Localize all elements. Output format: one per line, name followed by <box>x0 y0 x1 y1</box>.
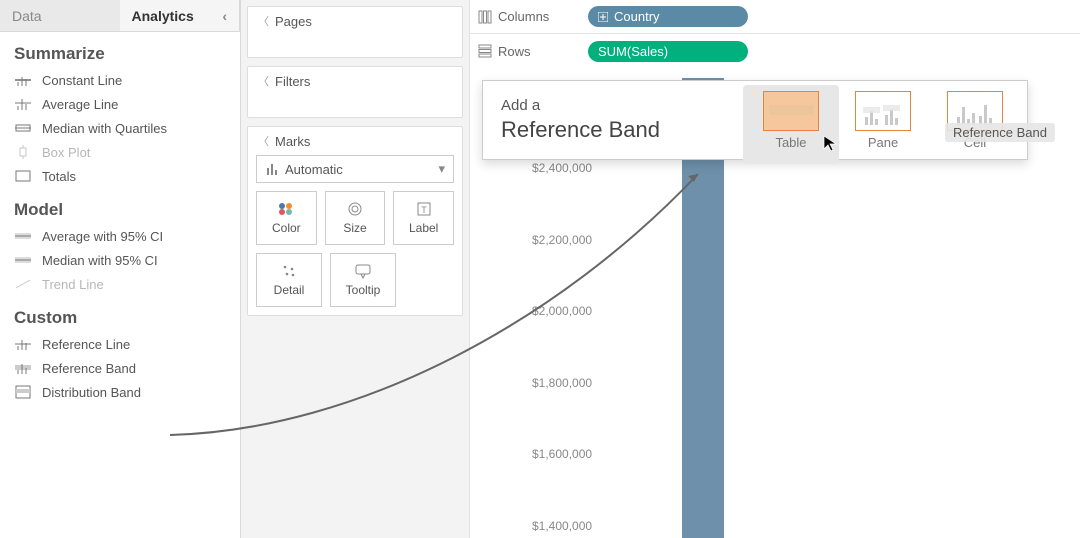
item-label: Median with Quartiles <box>42 121 167 136</box>
band-table-icon <box>769 97 813 125</box>
size-button[interactable]: Size <box>325 191 386 245</box>
pages-card[interactable]: 〈 Pages <box>247 6 463 58</box>
reference-band-icon <box>14 360 32 376</box>
btn-label: Tooltip <box>346 283 381 297</box>
detail-icon <box>280 263 298 279</box>
label-button[interactable]: T Label <box>393 191 454 245</box>
drop-option-pane[interactable]: Pane <box>855 91 911 150</box>
avg-ci-icon <box>14 228 32 244</box>
columns-icon <box>478 10 492 24</box>
btn-label: Label <box>409 221 438 235</box>
mark-type-label: Automatic <box>285 162 343 177</box>
item-reference-line[interactable]: Reference Line <box>0 332 240 356</box>
marks-card: 〈Marks Automatic ▾ Color S <box>247 126 463 316</box>
filters-card[interactable]: 〈 Filters <box>247 66 463 118</box>
shelf-columns-label: Columns <box>498 9 549 24</box>
item-label: Box Plot <box>42 145 90 160</box>
item-label: Reference Band <box>42 361 136 376</box>
y-tick: $1,600,000 <box>532 447 592 461</box>
item-distribution-band[interactable]: Distribution Band <box>0 380 240 404</box>
cursor-icon <box>823 135 841 153</box>
dropdown-arrow-icon: ▾ <box>438 161 445 177</box>
constant-line-icon <box>14 72 32 88</box>
item-median-ci[interactable]: Median with 95% CI <box>0 248 240 272</box>
chevron-icon: 〈 <box>258 133 269 149</box>
plus-icon <box>598 12 608 22</box>
tab-data[interactable]: Data <box>0 0 120 31</box>
band-cell-icon <box>953 97 997 125</box>
trend-line-icon <box>14 276 32 292</box>
item-label: Constant Line <box>42 73 122 88</box>
svg-text:T: T <box>421 205 427 215</box>
item-label: Average with 95% CI <box>42 229 163 244</box>
item-label: Totals <box>42 169 76 184</box>
tab-analytics-label: Analytics <box>132 8 194 24</box>
btn-label: Size <box>343 221 366 235</box>
item-label: Distribution Band <box>42 385 141 400</box>
item-constant-line[interactable]: Constant Line <box>0 68 240 92</box>
item-average-line[interactable]: Average Line <box>0 92 240 116</box>
y-tick: $2,000,000 <box>532 304 592 318</box>
item-box-plot: Box Plot <box>0 140 240 164</box>
label-icon: T <box>415 201 433 217</box>
median-ci-icon <box>14 252 32 268</box>
item-reference-band[interactable]: Reference Band <box>0 356 240 380</box>
bar-icon <box>265 162 279 176</box>
median-quartiles-icon <box>14 120 32 136</box>
size-icon <box>346 201 364 217</box>
mark-type-select[interactable]: Automatic ▾ <box>256 155 454 183</box>
collapse-icon[interactable]: ‹ <box>222 8 227 24</box>
viz-canvas[interactable]: Add a Reference Band Reference Band Tabl… <box>470 68 1080 538</box>
section-custom: Custom <box>0 296 240 332</box>
average-line-icon <box>14 96 32 112</box>
rows-icon <box>478 44 492 58</box>
btn-label: Color <box>272 221 301 235</box>
reference-line-icon <box>14 336 32 352</box>
item-label: Average Line <box>42 97 118 112</box>
reference-drop-panel: Add a Reference Band Reference Band Tabl… <box>482 80 1028 160</box>
box-plot-icon <box>14 144 32 160</box>
section-summarize: Summarize <box>0 32 240 68</box>
item-avg-ci[interactable]: Average with 95% CI <box>0 224 240 248</box>
item-label: Reference Line <box>42 337 130 352</box>
item-label: Median with 95% CI <box>42 253 158 268</box>
y-axis: $2,400,000$2,200,000$2,000,000$1,800,000… <box>532 168 1080 538</box>
distribution-band-icon <box>14 384 32 400</box>
y-tick: $1,800,000 <box>532 376 592 390</box>
pill-label: SUM(Sales) <box>598 44 668 59</box>
columns-pill-country[interactable]: Country <box>588 6 748 27</box>
item-trend-line: Trend Line <box>0 272 240 296</box>
drop-opt-label: Pane <box>868 135 898 150</box>
card-title: Filters <box>275 74 310 89</box>
totals-icon <box>14 168 32 184</box>
color-icon <box>277 201 295 217</box>
chevron-icon: 〈 <box>258 73 269 89</box>
drop-lead-small: Add a <box>501 97 660 116</box>
item-totals[interactable]: Totals <box>0 164 240 188</box>
rows-pill-sales[interactable]: SUM(Sales) <box>588 41 748 62</box>
item-median-quartiles[interactable]: Median with Quartiles <box>0 116 240 140</box>
tab-data-label: Data <box>12 8 42 24</box>
shelf-rows-label: Rows <box>498 44 531 59</box>
band-pane-icon <box>861 97 905 125</box>
drop-opt-label: Table <box>775 135 806 150</box>
drop-lead-big: Reference Band <box>501 116 660 144</box>
detail-button[interactable]: Detail <box>256 253 322 307</box>
card-title: Pages <box>275 14 312 29</box>
drag-ghost-label: Reference Band <box>945 123 1055 142</box>
tab-analytics[interactable]: Analytics ‹ <box>120 0 241 31</box>
chevron-icon: 〈 <box>258 13 269 29</box>
y-tick: $2,400,000 <box>532 161 592 175</box>
drop-option-table[interactable]: Reference Band Table <box>763 91 819 150</box>
tooltip-icon <box>354 263 372 279</box>
card-title: Marks <box>275 134 310 149</box>
btn-label: Detail <box>274 283 305 297</box>
y-tick: $1,400,000 <box>532 519 592 533</box>
item-label: Trend Line <box>42 277 104 292</box>
tooltip-button[interactable]: Tooltip <box>330 253 396 307</box>
color-button[interactable]: Color <box>256 191 317 245</box>
y-tick: $2,200,000 <box>532 233 592 247</box>
pill-label: Country <box>614 9 660 24</box>
section-model: Model <box>0 188 240 224</box>
